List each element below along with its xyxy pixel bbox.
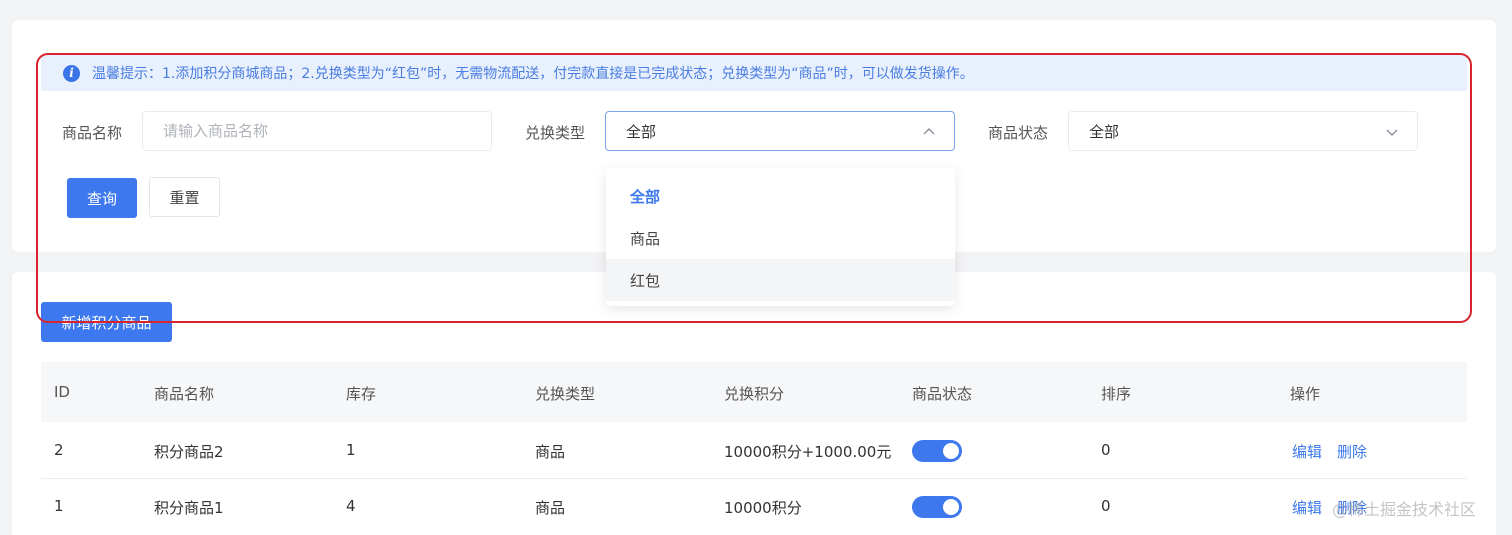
search-button[interactable]: 查询 [67, 178, 137, 218]
cell-sort: 0 [1101, 497, 1111, 515]
dropdown-option-all[interactable]: 全部 [606, 175, 955, 217]
product-status-select[interactable]: 全部 [1068, 111, 1418, 151]
exchange-type-select[interactable]: 全部 [605, 111, 955, 151]
reset-button[interactable]: 重置 [149, 177, 220, 217]
cell-sort: 0 [1101, 441, 1111, 459]
product-name-label: 商品名称 [62, 124, 123, 142]
th-type: 兑换类型 [535, 385, 596, 403]
cell-points: 10000积分+1000.00元 [724, 443, 892, 461]
product-name-field[interactable] [142, 111, 492, 151]
cell-stock: 1 [346, 441, 356, 459]
th-status: 商品状态 [912, 385, 973, 403]
cell-name: 积分商品1 [154, 499, 224, 517]
tip-banner: i 温馨提示：1.添加积分商城商品；2.兑换类型为“红包”时，无需物流配送，付完… [41, 55, 1467, 91]
th-stock: 库存 [346, 385, 377, 403]
product-name-input[interactable] [163, 122, 471, 140]
exchange-type-dropdown: 全部 商品 红包 [606, 168, 955, 306]
dropdown-option-product[interactable]: 商品 [606, 217, 955, 259]
th-actions: 操作 [1290, 385, 1321, 403]
cell-type: 商品 [535, 499, 566, 517]
cell-points: 10000积分 [724, 499, 802, 517]
row-divider [41, 478, 1467, 479]
product-status-label: 商品状态 [988, 124, 1049, 142]
add-product-button[interactable]: 新增积分商品 [41, 302, 172, 342]
chevron-up-icon [923, 128, 935, 135]
cell-id: 2 [54, 441, 64, 459]
exchange-type-value: 全部 [626, 122, 657, 141]
product-status-value: 全部 [1089, 122, 1120, 141]
edit-link[interactable]: 编辑 [1292, 441, 1322, 462]
chevron-down-icon [1386, 129, 1398, 136]
status-toggle[interactable] [912, 440, 962, 462]
cell-name: 积分商品2 [154, 443, 224, 461]
th-points: 兑换积分 [724, 385, 785, 403]
th-name: 商品名称 [154, 385, 215, 403]
dropdown-option-redpacket[interactable]: 红包 [606, 259, 955, 301]
delete-link[interactable]: 删除 [1337, 441, 1367, 462]
cell-id: 1 [54, 497, 64, 515]
th-id: ID [54, 383, 70, 401]
th-sort: 排序 [1101, 385, 1132, 403]
cell-type: 商品 [535, 443, 566, 461]
status-toggle[interactable] [912, 496, 962, 518]
edit-link[interactable]: 编辑 [1292, 497, 1322, 518]
cell-stock: 4 [346, 497, 356, 515]
watermark: @稀土掘金技术社区 [1332, 500, 1477, 519]
info-icon: i [63, 64, 80, 82]
tip-text: 温馨提示：1.添加积分商城商品；2.兑换类型为“红包”时，无需物流配送，付完款直… [92, 66, 974, 82]
exchange-type-label: 兑换类型 [525, 124, 586, 142]
